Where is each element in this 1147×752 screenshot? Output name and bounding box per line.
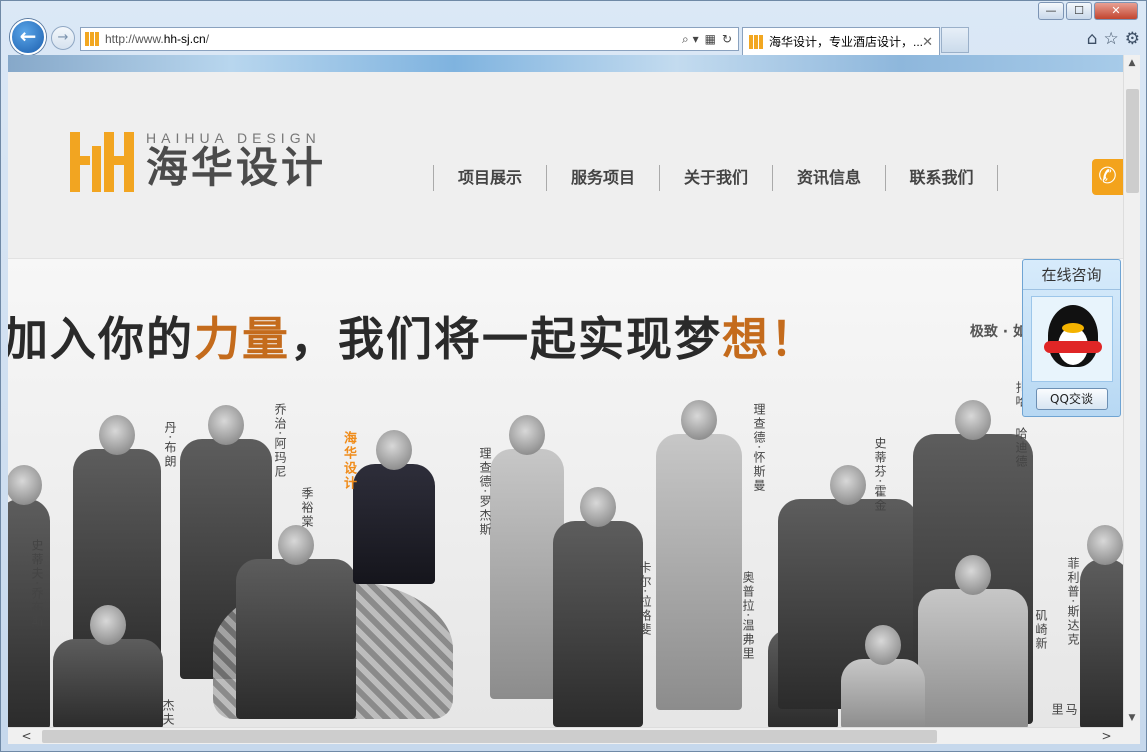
back-button[interactable]: ← bbox=[10, 19, 46, 55]
figure-chi bbox=[236, 525, 356, 719]
address-bar-icons: ⌕ ▾ ▦ ↻ bbox=[682, 32, 738, 47]
scroll-left-icon[interactable]: < bbox=[18, 728, 35, 745]
settings-gear-icon[interactable]: ⚙ bbox=[1125, 29, 1140, 49]
scroll-down-icon[interactable]: ▼ bbox=[1124, 710, 1140, 727]
name-caption: 杰夫 bbox=[161, 699, 175, 727]
figure-haihua bbox=[353, 430, 435, 584]
menu-item-about[interactable]: 关于我们 bbox=[659, 165, 772, 191]
vertical-scrollbar[interactable]: ▲ ▼ bbox=[1123, 55, 1140, 727]
maximize-button[interactable]: ☐ bbox=[1066, 2, 1092, 20]
logo-chinese-text: 海华设计 bbox=[146, 143, 327, 192]
site-favicon-icon bbox=[85, 32, 99, 46]
qq-consult-widget: 在线咨询 QQ交谈 bbox=[1022, 259, 1121, 417]
figure-starck bbox=[1080, 525, 1123, 727]
tab-close-icon[interactable]: ✕ bbox=[922, 34, 933, 50]
horizontal-scroll-thumb[interactable] bbox=[42, 730, 937, 743]
minimize-button[interactable]: — bbox=[1038, 2, 1064, 20]
logo-mark-icon bbox=[70, 130, 134, 192]
figure-wiseman bbox=[656, 400, 742, 710]
home-icon[interactable]: ⌂ bbox=[1087, 29, 1098, 49]
name-caption: 卡尔·拉格斐 bbox=[638, 561, 652, 637]
figure-jeff bbox=[53, 605, 163, 727]
vertical-scroll-thumb[interactable] bbox=[1126, 89, 1139, 193]
compatibility-view-icon[interactable]: ▦ bbox=[705, 32, 716, 47]
name-caption: 奥普拉·温弗里 bbox=[741, 571, 755, 661]
forward-button[interactable]: → bbox=[51, 26, 75, 50]
scroll-right-icon[interactable]: > bbox=[1098, 728, 1115, 745]
name-caption: 马里 bbox=[1050, 703, 1078, 717]
banner-right-text: 极致 · 如 bbox=[969, 324, 1027, 340]
hero-banner: 加入你的力量，我们将一起实现梦想！ 极致 · 如 史蒂夫·乔布斯 丹·布朗 乔治… bbox=[8, 259, 1123, 727]
decorative-top-strip bbox=[8, 55, 1123, 72]
site-logo[interactable]: HAIHUA DESIGN 海华设计 bbox=[70, 130, 326, 192]
scroll-up-icon[interactable]: ▲ bbox=[1124, 55, 1140, 72]
menu-item-services[interactable]: 服务项目 bbox=[546, 165, 659, 191]
scrollbar-corner bbox=[1123, 727, 1140, 744]
name-caption: 理查德·怀斯曼 bbox=[752, 403, 766, 493]
banner-slogan: 加入你的力量，我们将一起实现梦想！ bbox=[8, 312, 818, 366]
address-bar[interactable]: http://www.hh-sj.cn/ ⌕ ▾ ▦ ↻ bbox=[80, 27, 739, 51]
refresh-icon[interactable]: ↻ bbox=[722, 32, 732, 47]
browser-window: — ☐ ✕ ← → http://www.hh-sj.cn/ ⌕ ▾ ▦ ↻ 海… bbox=[0, 0, 1147, 752]
main-menu: 项目展示 服务项目 关于我们 资讯信息 联系我们 bbox=[433, 165, 998, 191]
url-text[interactable]: http://www.hh-sj.cn/ bbox=[105, 32, 682, 46]
page-viewport: HAIHUA DESIGN 海华设计 项目展示 服务项目 关于我们 资讯信息 联… bbox=[8, 55, 1123, 727]
horizontal-scrollbar[interactable]: < > bbox=[8, 727, 1123, 744]
new-tab-button[interactable] bbox=[941, 27, 969, 53]
figure-gehry bbox=[841, 625, 925, 727]
name-caption: 史蒂芬·霍金 bbox=[873, 437, 887, 513]
figure-lagerfeld bbox=[553, 487, 643, 727]
site-header: HAIHUA DESIGN 海华设计 项目展示 服务项目 关于我们 资讯信息 联… bbox=[8, 72, 1123, 259]
tab-title: 海华设计，专业酒店设计，... bbox=[769, 35, 923, 49]
name-caption: 丹·布朗 bbox=[163, 421, 177, 469]
menu-item-projects[interactable]: 项目展示 bbox=[433, 165, 546, 191]
figure-isozaki bbox=[918, 555, 1028, 727]
name-caption: 季裕棠 bbox=[300, 487, 314, 529]
menu-item-contact[interactable]: 联系我们 bbox=[885, 165, 998, 191]
name-caption: 菲利普·斯达克 bbox=[1066, 557, 1080, 647]
browser-tools: ⌂ ☆ ⚙ bbox=[1087, 29, 1140, 49]
close-window-button[interactable]: ✕ bbox=[1094, 2, 1138, 20]
name-caption: 理查德·罗杰斯 bbox=[478, 447, 492, 537]
qq-chat-button[interactable]: QQ交谈 bbox=[1035, 388, 1108, 410]
tab-favicon-icon bbox=[749, 34, 763, 49]
browser-tab[interactable]: 海华设计，专业酒店设计，... ✕ bbox=[742, 27, 940, 55]
window-controls: — ☐ ✕ bbox=[1038, 2, 1138, 20]
phone-icon[interactable]: ✆ bbox=[1092, 159, 1123, 195]
search-dropdown-icon[interactable]: ⌕ ▾ bbox=[682, 32, 699, 47]
qq-widget-title: 在线咨询 bbox=[1023, 260, 1120, 290]
name-caption: 史蒂夫·乔布斯 bbox=[30, 539, 44, 629]
qq-penguin-icon[interactable] bbox=[1030, 296, 1113, 382]
name-caption: 哈迪德 bbox=[1014, 427, 1028, 469]
name-caption: 乔治·阿玛尼 bbox=[273, 403, 287, 479]
name-caption: 矶崎新 bbox=[1034, 609, 1048, 651]
menu-item-news[interactable]: 资讯信息 bbox=[772, 165, 885, 191]
favorites-star-icon[interactable]: ☆ bbox=[1104, 29, 1119, 49]
name-caption-haihua: 海华设计 bbox=[341, 431, 356, 491]
